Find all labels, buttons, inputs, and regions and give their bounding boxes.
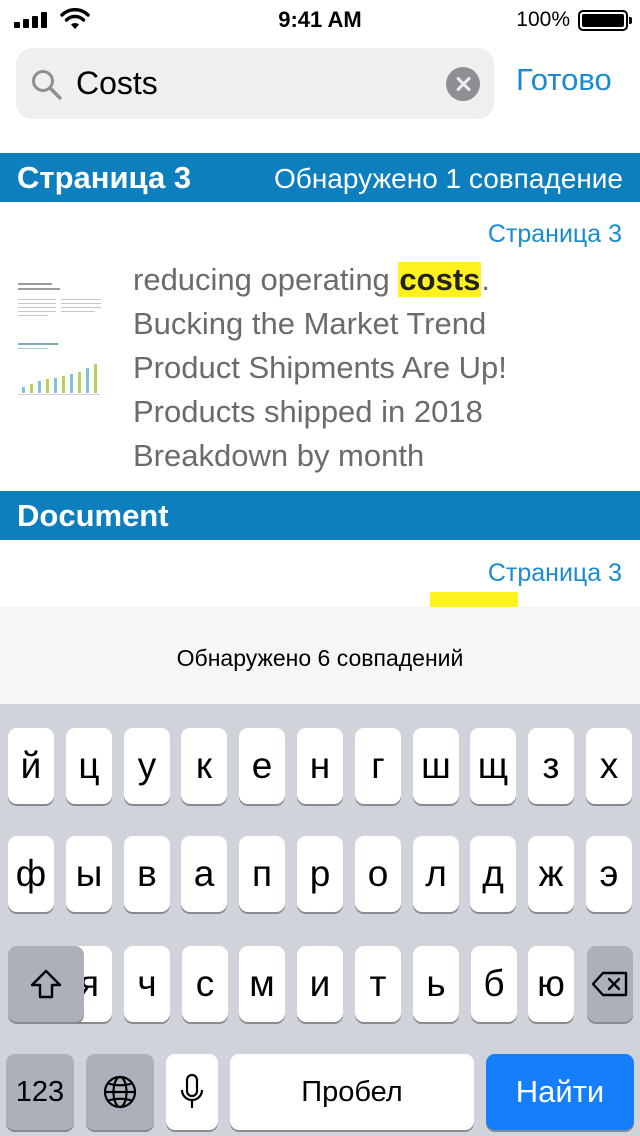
key-row1-0[interactable]: й [8,728,54,804]
shift-key[interactable] [8,946,84,1022]
key-row1-4[interactable]: е [239,728,285,804]
key-row2-6[interactable]: о [355,836,401,912]
result-line: Breakdown by month [133,438,425,473]
key-row3-5[interactable]: т [355,946,401,1022]
numbers-key[interactable]: 123 [6,1054,74,1130]
section-title: Страница 3 [17,160,192,195]
key-row2-0[interactable]: ф [8,836,54,912]
key-row2-2[interactable]: в [124,836,170,912]
key-row1-6[interactable]: г [355,728,401,804]
key-row1-1[interactable]: ц [66,728,112,804]
key-row2-1[interactable]: ы [66,836,112,912]
clear-search-button[interactable] [446,67,480,101]
search-icon [32,70,62,100]
section-title: Document [17,498,169,533]
result-line: reducing operating costs. [133,262,491,297]
key-row1-8[interactable]: щ [470,728,516,804]
key-row1-7[interactable]: ш [413,728,459,804]
key-row2-3[interactable]: а [181,836,227,912]
status-bar: 9:41 AM 100% [0,0,640,40]
key-row1-10[interactable]: х [586,728,632,804]
globe-key[interactable] [86,1054,154,1130]
key-row2-8[interactable]: д [470,836,516,912]
key-row3-3[interactable]: м [239,946,285,1022]
result-page-label[interactable]: Страница 3 [488,559,622,588]
key-row3-8[interactable]: ю [528,946,574,1022]
key-row2-9[interactable]: ж [528,836,574,912]
battery-icon [578,10,632,31]
globe-icon [103,1075,137,1109]
key-row2-4[interactable]: п [239,836,285,912]
match-count-text: Обнаружено 6 совпадений [176,645,464,671]
key-row1-3[interactable]: к [181,728,227,804]
page-thumbnail[interactable] [8,271,110,419]
search-input[interactable] [76,60,436,106]
battery-percent: 100% [516,8,570,31]
search-result-snippet[interactable]: reducing operating costs. Bucking the Ma… [133,258,613,478]
space-key[interactable]: Пробел [230,1054,474,1130]
key-row2-5[interactable]: р [297,836,343,912]
key-row1-5[interactable]: н [297,728,343,804]
search-key[interactable]: Найти [486,1054,634,1130]
backspace-key[interactable] [587,946,633,1022]
done-button[interactable]: Готово [516,62,612,98]
keyboard: йцукенгшщзх фывапролджэ ячсмитьбю 123 Пр… [0,704,640,1136]
section-match-count: Обнаружено 1 совпадение [274,163,623,194]
section-header-page: Страница 3 Обнаружено 1 совпадение [0,153,640,202]
key-row3-2[interactable]: с [182,946,228,1022]
match-highlight: costs [398,262,482,297]
key-row3-7[interactable]: б [471,946,517,1022]
result-line: Product Shipments Are Up! [133,350,507,385]
match-count-bar: Обнаружено 6 совпадений [0,607,640,704]
microphone-icon [180,1073,204,1108]
key-row2-10[interactable]: э [586,836,632,912]
key-row1-9[interactable]: з [528,728,574,804]
key-row3-4[interactable]: и [297,946,343,1022]
key-row3-1[interactable]: ч [124,946,170,1022]
key-row1-2[interactable]: у [124,728,170,804]
result-line: Bucking the Market Trend [133,306,487,341]
result-line: Products shipped in 2018 [133,394,483,429]
key-row2-7[interactable]: л [413,836,459,912]
section-header-document: Document [0,491,640,540]
shift-icon [30,969,62,999]
result-page-label[interactable]: Страница 3 [488,220,622,249]
key-row3-6[interactable]: ь [413,946,459,1022]
microphone-key[interactable] [166,1054,218,1130]
backspace-icon [591,971,628,997]
